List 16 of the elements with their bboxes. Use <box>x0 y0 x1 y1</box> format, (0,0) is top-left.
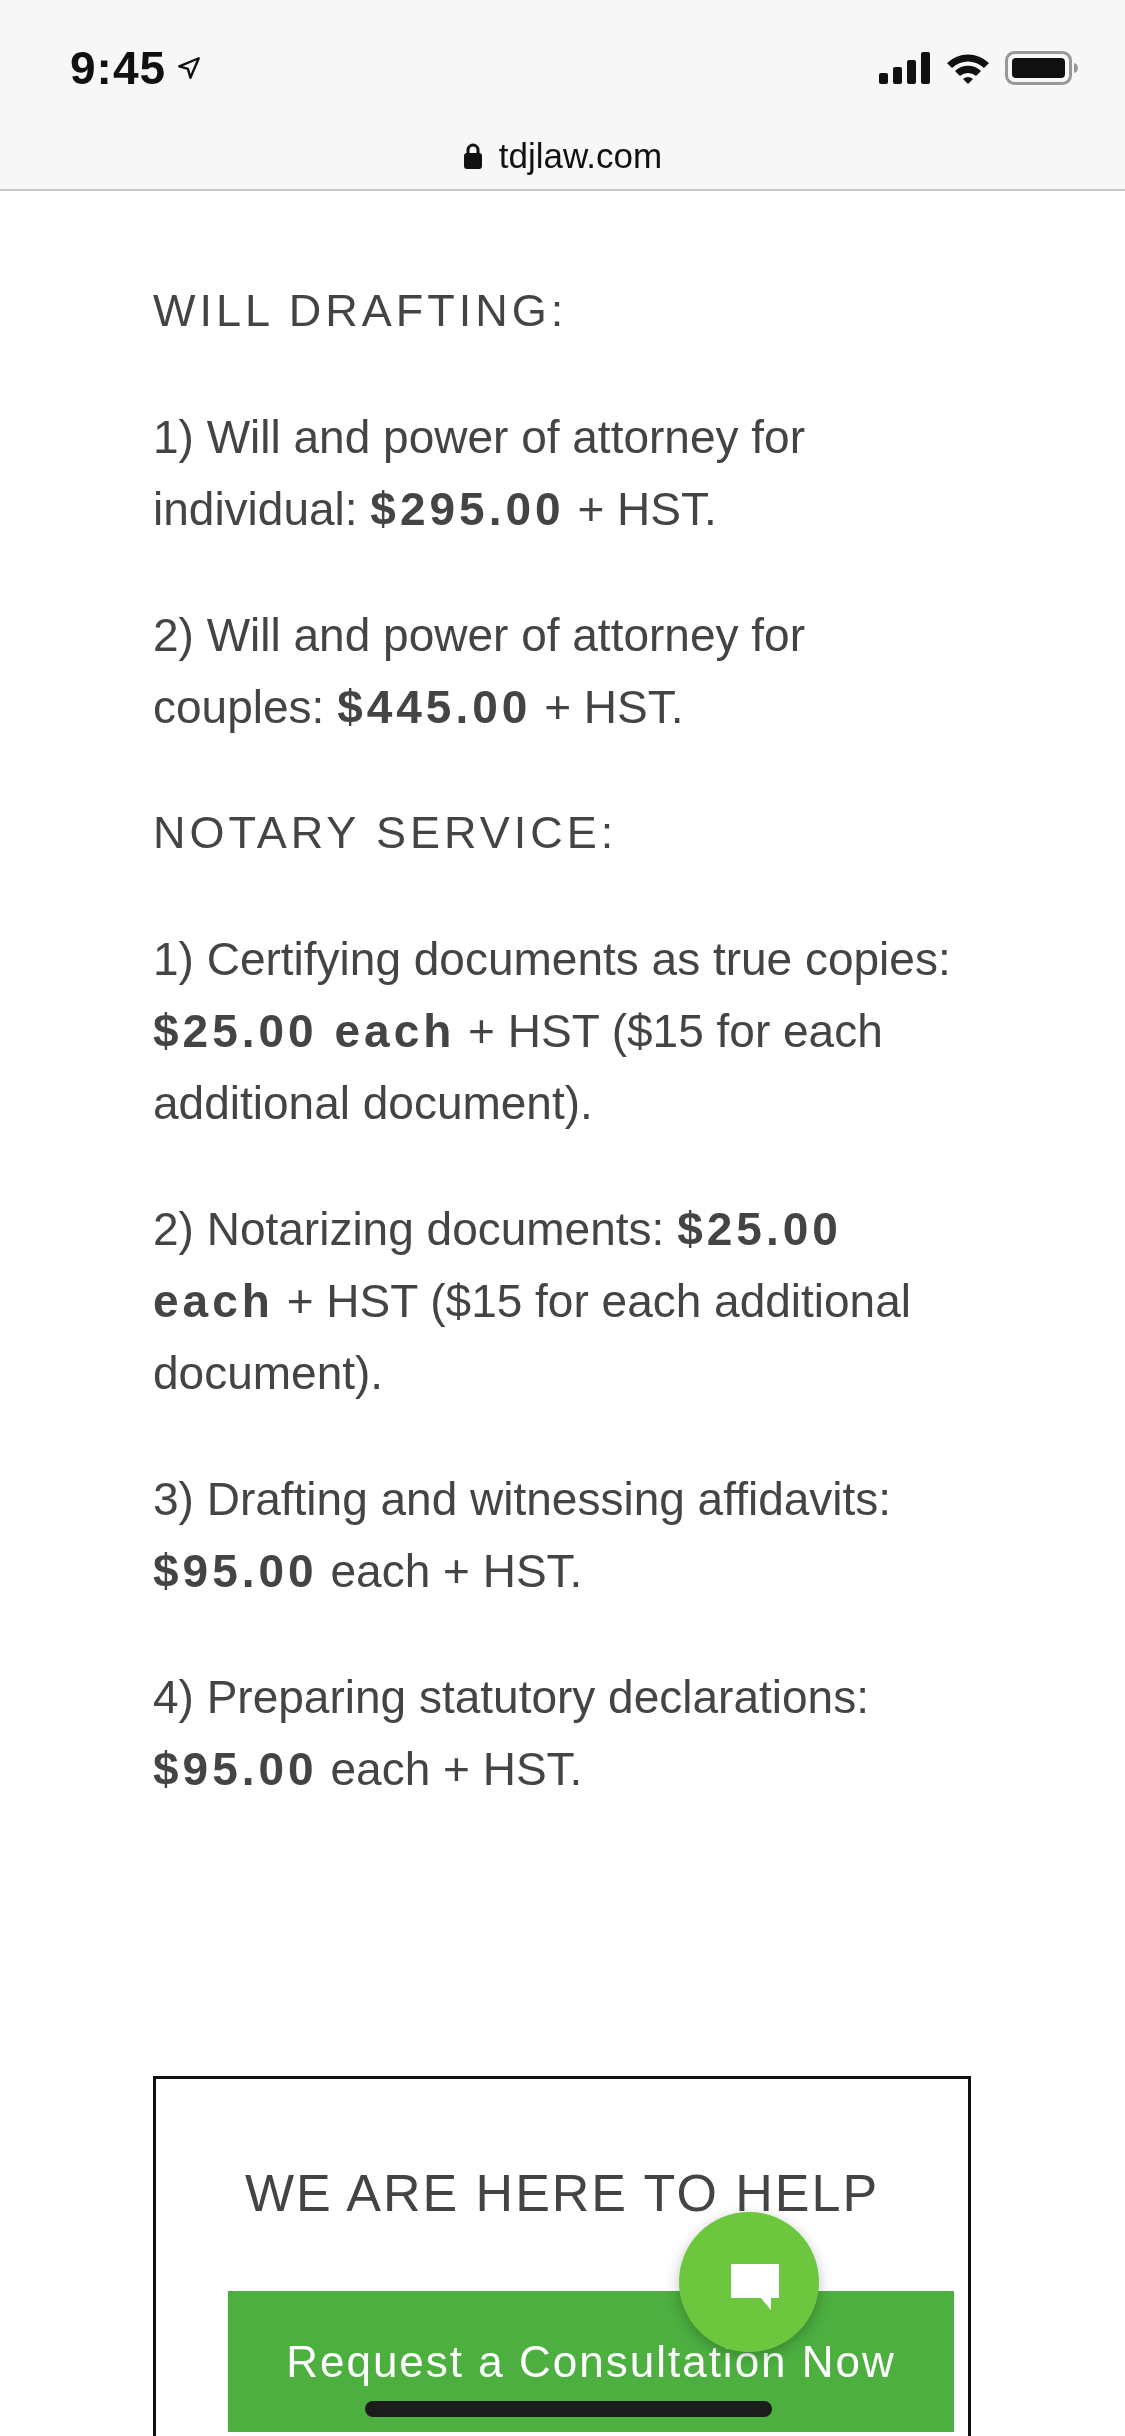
section-heading: WILL DRAFTING: <box>153 284 568 338</box>
price-item-text: 1) Certifying documents as true copies: $25.00 each + HST ($15 for each additional document). <box>153 932 952 1131</box>
price-item-text: 4) Preparing statutory declarations: $95.00 each + HST. <box>153 1670 870 1797</box>
status-time: 9:45 <box>70 41 167 95</box>
url-text[interactable]: tdjlaw.com <box>498 136 663 176</box>
price-item-text: 3) Drafting and witnessing affidavits: $95.00 each + HST. <box>153 1472 893 1599</box>
battery-icon <box>1005 51 1079 85</box>
location-arrow-icon <box>176 55 203 81</box>
signal-icon <box>879 52 931 84</box>
cta-heading: WE ARE HERE TO HELP <box>243 2163 881 2224</box>
price-item-text: 1) Will and power of attorney for individual: $295.00 + HST. <box>153 410 806 537</box>
price-item-text: 2) Will and power of attorney for couples: $445.00 + HST. <box>153 608 806 735</box>
section-heading: NOTARY SERVICE: <box>153 806 618 860</box>
speech-bubble-icon <box>729 2262 781 2312</box>
wifi-icon <box>945 52 991 84</box>
price-item-text: 2) Notarizing documents: $25.00 each + HST ($15 for each additional document). <box>153 1202 912 1401</box>
